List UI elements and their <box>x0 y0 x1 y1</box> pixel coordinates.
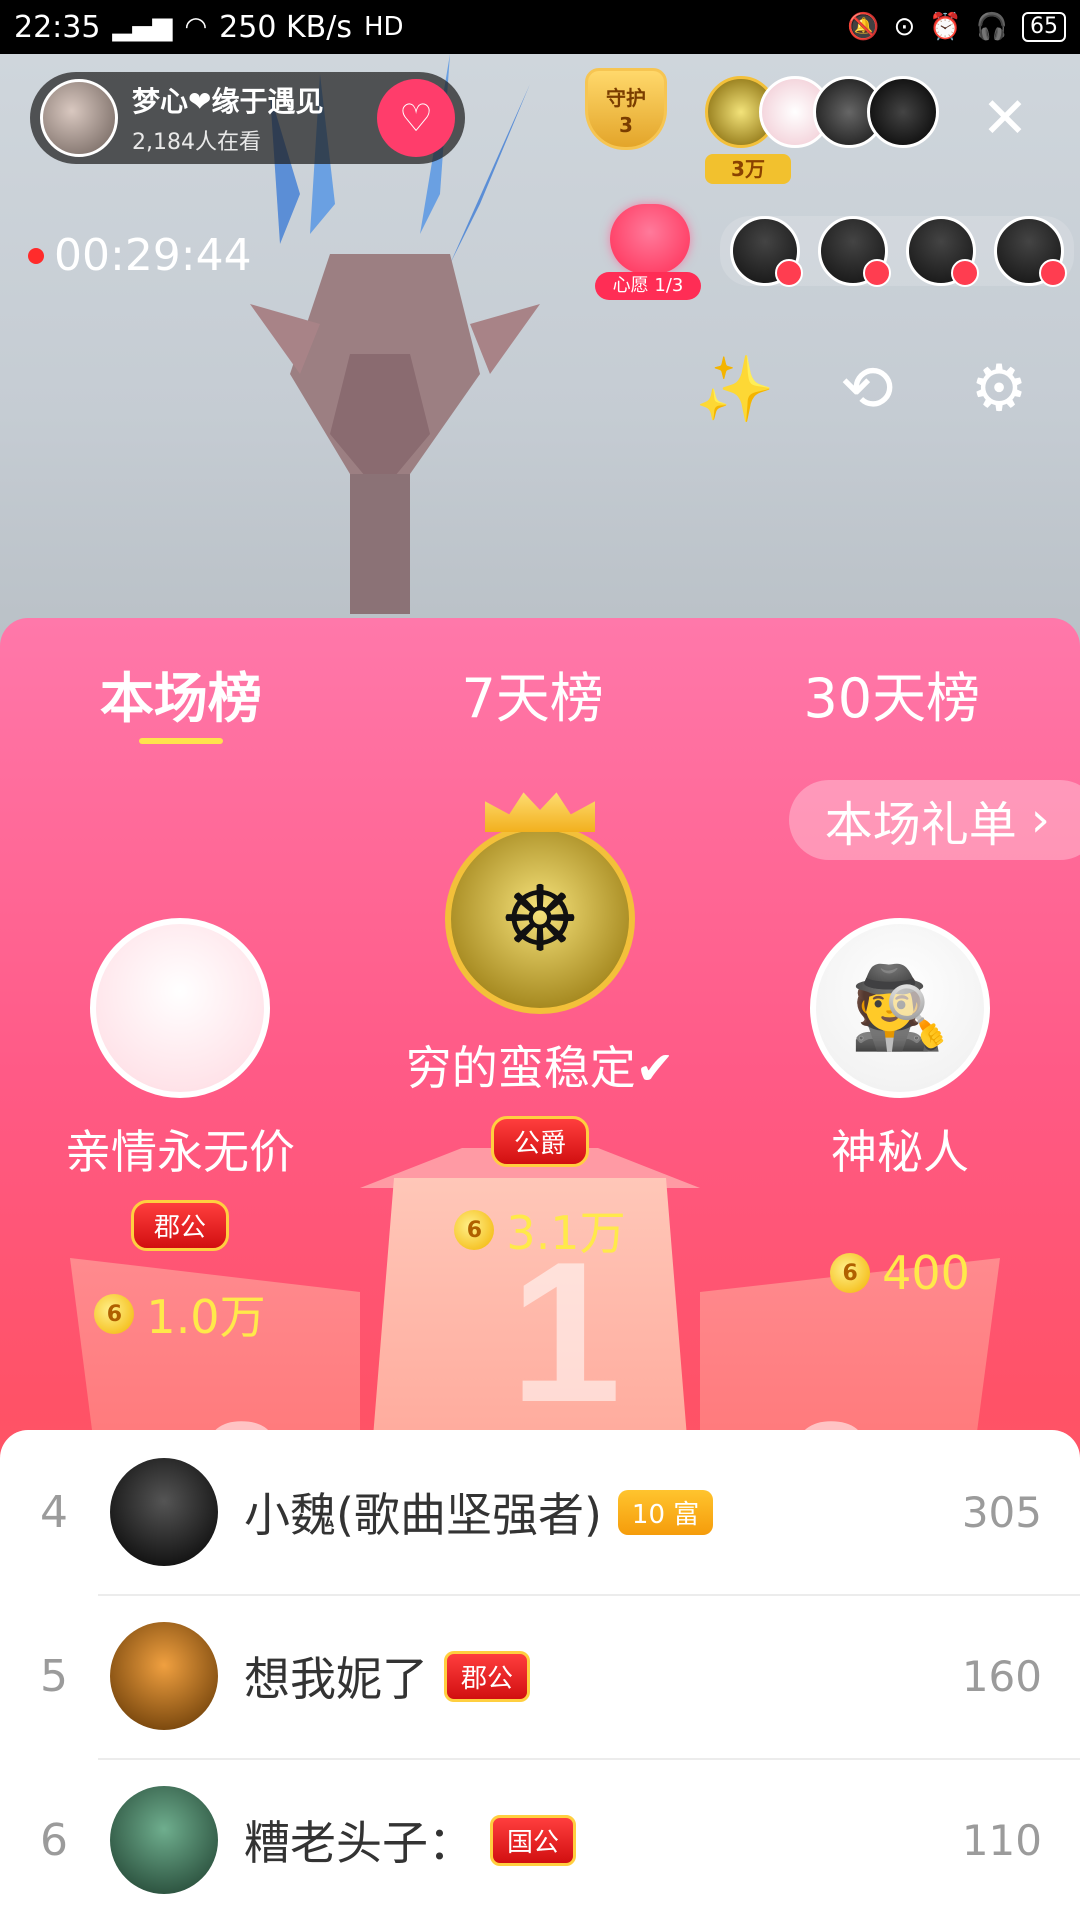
rank-name: 穷的蛮稳定✔ <box>405 1041 675 1095</box>
signal-icon: ▂▄▆ <box>112 12 173 42</box>
alarm-icon: ⏰ <box>929 12 962 42</box>
rank-card-third[interactable]: 🕵 神秘人 6 400 <box>750 918 1050 1300</box>
coin-icon: 6 <box>94 1294 135 1334</box>
host-name: 梦心❤缘于遇见 <box>132 85 324 118</box>
rank-card-first[interactable]: ☸ 穷的蛮稳定✔ 公爵 6 3.1万 <box>380 788 700 1263</box>
tab-this-show[interactable]: 本场榜 <box>99 654 262 744</box>
host-avatar[interactable] <box>40 79 118 157</box>
ranking-list: 4 小魏(歌曲坚强者) 10 富 305 5 想我妮了 郡公 160 6 糟老头… <box>0 1430 1080 1920</box>
rank-badge: 公爵 <box>490 1116 589 1167</box>
rank-amount-value: 400 <box>882 1246 970 1300</box>
tab-7-days[interactable]: 7天榜 <box>461 654 603 733</box>
rank-amount-value: 1.0万 <box>146 1290 266 1344</box>
mute-bell-icon: 🔕 <box>847 12 880 42</box>
crown-icon <box>485 792 595 832</box>
guest-avatar[interactable] <box>906 216 979 287</box>
list-badge: 国公 <box>490 1814 577 1866</box>
switch-camera-icon[interactable]: ⟲ <box>832 352 902 426</box>
guest-avatar[interactable] <box>818 216 891 287</box>
guest-list <box>720 216 1074 287</box>
top-viewers[interactable]: 3万 <box>705 76 939 186</box>
rank-amount: 6 400 <box>750 1246 1050 1300</box>
status-bar: 22:35 ▂▄▆ ◠ 250 KB/s HD 🔕 ⊙ ⏰ 🎧 65 <box>0 0 1080 54</box>
chevron-right-icon: › <box>1030 792 1050 848</box>
wish-widget[interactable]: 心愿 1/3 <box>595 204 705 314</box>
list-rank: 5 <box>40 1650 68 1702</box>
guard-label: 守护 <box>606 85 646 110</box>
rank-amount-value: 3.1万 <box>506 1206 626 1260</box>
list-amount: 160 <box>961 1651 1042 1701</box>
guest-avatar[interactable] <box>730 216 803 287</box>
list-amount: 110 <box>961 1815 1042 1865</box>
list-amount: 305 <box>961 1487 1042 1537</box>
sofa-badge-icon <box>1039 259 1067 287</box>
mystery-hat-icon: 🕵 <box>850 961 950 1054</box>
host-info-pill[interactable]: 梦心❤缘于遇见 2,184人在看 ♡ <box>30 72 465 164</box>
wish-label: 心愿 1/3 <box>595 272 701 300</box>
viewer-count: 2,184人在看 <box>132 130 261 155</box>
close-icon[interactable]: ✕ <box>980 91 1030 147</box>
gift-list-label: 本场礼单 <box>824 797 1017 853</box>
list-name: 糟老头子： <box>244 1816 474 1870</box>
list-name: 小魏(歌曲坚强者) <box>244 1488 602 1542</box>
follow-button[interactable]: ♡ <box>377 79 455 157</box>
guard-badge[interactable]: 守护 3 <box>580 68 672 178</box>
sofa-badge-icon <box>863 259 891 287</box>
tab-label: 7天榜 <box>461 666 604 730</box>
list-row[interactable]: 4 小魏(歌曲坚强者) 10 富 305 <box>0 1430 1080 1594</box>
lock-rotation-icon: ⊙ <box>893 12 916 42</box>
coin-icon: 6 <box>830 1253 871 1293</box>
list-avatar[interactable] <box>110 1622 218 1730</box>
rank-name: 亲情永无价 <box>65 1125 295 1179</box>
gift-list-button[interactable]: 本场礼单 › <box>788 780 1080 860</box>
guest-avatar[interactable] <box>994 216 1067 287</box>
meditation-silhouette-icon: ☸ <box>499 866 581 972</box>
rank-avatar[interactable]: 🕵 <box>810 918 990 1098</box>
live-timer: 00:29:44 <box>28 230 252 281</box>
settings-gear-icon[interactable]: ⚙ <box>964 352 1034 426</box>
rank-amount: 6 3.1万 <box>380 1197 700 1263</box>
list-rank: 6 <box>40 1814 68 1866</box>
list-name: 想我妮了 <box>244 1652 428 1706</box>
status-time: 22:35 <box>14 9 101 45</box>
hd-icon: HD <box>363 12 404 42</box>
rank-avatar[interactable]: ☸ <box>445 824 635 1014</box>
beauty-wand-icon[interactable]: ✨ <box>695 353 775 427</box>
heart-face-icon <box>610 204 690 274</box>
heart-plus-icon: ♡ <box>398 96 434 140</box>
viewer-avatar[interactable] <box>867 76 939 148</box>
rank-amount: 6 1.0万 <box>30 1281 330 1347</box>
guard-shield-icon: 守护 3 <box>585 68 667 150</box>
guard-count: 3 <box>619 112 633 137</box>
list-row[interactable]: 5 想我妮了 郡公 160 <box>0 1594 1080 1758</box>
rank-card-second[interactable]: 亲情永无价 郡公 6 1.0万 <box>30 918 330 1347</box>
rank-avatar[interactable] <box>90 918 270 1098</box>
recording-dot-icon <box>28 247 44 264</box>
tab-30-days[interactable]: 30天榜 <box>803 654 980 733</box>
coin-icon: 6 <box>454 1210 495 1250</box>
top-viewer-value: 3万 <box>705 154 791 184</box>
list-row[interactable]: 6 糟老头子： 国公 110 <box>0 1758 1080 1920</box>
broadcast-tools: ✨ ⟲ ⚙ <box>695 352 1034 427</box>
wifi-icon: ◠ <box>184 12 208 42</box>
tab-active-indicator <box>138 737 223 744</box>
list-badge: 郡公 <box>444 1650 531 1702</box>
timer-text: 00:29:44 <box>54 230 252 281</box>
tab-label: 本场榜 <box>99 666 262 730</box>
list-avatar[interactable] <box>110 1458 218 1566</box>
sofa-badge-icon <box>775 259 803 287</box>
rank-tabs: 本场榜 7天榜 30天榜 <box>0 638 1080 748</box>
rank-badge: 郡公 <box>130 1200 229 1251</box>
sofa-badge-icon <box>951 259 979 287</box>
list-badge: 10 富 <box>617 1489 714 1535</box>
rank-name: 神秘人 <box>831 1125 969 1179</box>
network-speed: 250 KB/s <box>219 9 352 45</box>
tab-label: 30天榜 <box>803 666 981 730</box>
list-rank: 4 <box>40 1486 68 1538</box>
list-avatar[interactable] <box>110 1786 218 1894</box>
live-video-area: 梦心❤缘于遇见 2,184人在看 ♡ 守护 3 3万 ✕ 00:29:44 心愿… <box>0 54 1080 654</box>
battery-indicator: 65 <box>1022 12 1066 42</box>
headphones-icon: 🎧 <box>975 12 1008 42</box>
